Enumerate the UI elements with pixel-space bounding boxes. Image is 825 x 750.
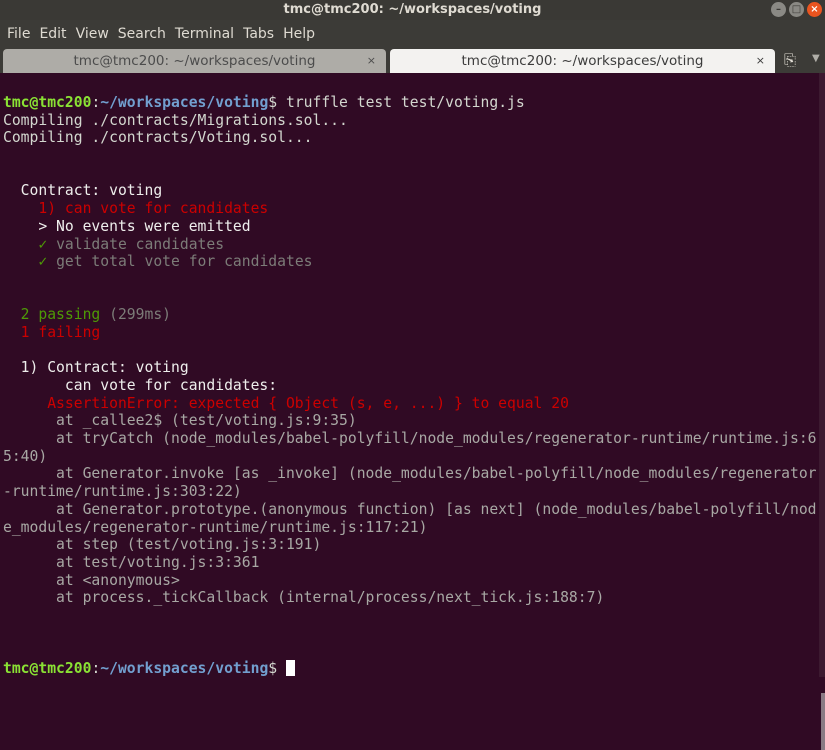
tab-menu-chevron-down-icon[interactable]: ▼	[812, 53, 820, 64]
menu-file[interactable]: File	[3, 26, 35, 42]
tab-label: tmc@tmc200: ~/workspaces/voting	[73, 53, 316, 69]
terminal-text: -runtime/runtime.js:303:22)	[3, 483, 242, 501]
terminal-text: Contract: voting	[3, 182, 163, 200]
terminal-line: at _callee2$ (test/voting.js:9:35)	[3, 412, 818, 430]
menu-search[interactable]: Search	[114, 26, 171, 42]
prompt-path: ~/workspaces/voting	[100, 94, 269, 111]
terminal-line: Contract: voting	[3, 182, 818, 200]
terminal-text: e_modules/regenerator-runtime/runtime.js…	[3, 518, 428, 536]
terminal-text: AssertionError: expected { Object (s, e,…	[3, 394, 569, 412]
terminal-line: Compiling ./contracts/Voting.sol...	[3, 129, 818, 147]
terminal-line: 1 failing	[3, 324, 818, 342]
terminal-line: can vote for candidates:	[3, 377, 818, 395]
minimize-icon[interactable]: –	[771, 2, 786, 17]
terminal-line: at process._tickCallback (internal/proce…	[3, 589, 818, 607]
new-tab-icon[interactable]: ⎘	[784, 51, 796, 69]
terminal-text: :	[91, 94, 101, 111]
terminal-line: tmc@tmc200:~/workspaces/voting$ truffle …	[3, 94, 818, 112]
menu-view[interactable]: View	[72, 26, 114, 42]
terminal-text: at step (test/voting.js:3:191)	[3, 536, 322, 554]
menu-bar: File Edit View Search Terminal Tabs Help	[0, 20, 825, 47]
terminal-text: at <anonymous>	[3, 571, 180, 589]
prompt-user: tmc@tmc200	[3, 94, 92, 111]
terminal-text: 1) Contract: voting	[3, 359, 189, 377]
terminal-text: Compiling ./contracts/Voting.sol...	[3, 129, 313, 147]
terminal-line: at <anonymous>	[3, 572, 818, 590]
terminal-text: get total vote for candidates	[56, 253, 313, 271]
maximize-icon[interactable]: □	[789, 2, 804, 17]
terminal-line: AssertionError: expected { Object (s, e,…	[3, 395, 818, 413]
terminal-text: Compiling ./contracts/Migrations.sol...	[3, 111, 348, 129]
menu-help[interactable]: Help	[279, 26, 320, 42]
terminal-line: e_modules/regenerator-runtime/runtime.js…	[3, 519, 818, 537]
prompt-user: tmc@tmc200	[3, 660, 92, 677]
terminal-line: 5:40)	[3, 448, 818, 466]
tab-terminal-1[interactable]: tmc@tmc200: ~/workspaces/voting ×	[3, 49, 386, 73]
terminal-text: can vote for candidates:	[3, 377, 278, 394]
terminal-line: at tryCatch (node_modules/babel-polyfill…	[3, 430, 818, 448]
close-icon[interactable]: ×	[807, 2, 822, 17]
tab-bar: tmc@tmc200: ~/workspaces/voting × tmc@tm…	[0, 47, 825, 73]
terminal-text: 1 failing	[3, 323, 101, 341]
window-title: tmc@tmc200: ~/workspaces/voting	[283, 2, 542, 17]
terminal-text: :	[91, 660, 101, 677]
terminal-line: -runtime/runtime.js:303:22)	[3, 483, 818, 501]
tab-close-icon[interactable]: ×	[756, 49, 765, 73]
menu-terminal[interactable]: Terminal	[171, 26, 239, 42]
scrollbar-thumb[interactable]	[821, 693, 825, 750]
menu-edit[interactable]: Edit	[35, 26, 71, 42]
terminal-output[interactable]: tmc@tmc200:~/workspaces/voting$ truffle …	[3, 94, 818, 678]
terminal-text: at Generator.invoke [as _invoke] (node_m…	[3, 465, 817, 483]
terminal-line: > No events were emitted	[3, 218, 818, 236]
terminal-line: tmc@tmc200:~/workspaces/voting$	[3, 660, 818, 678]
terminal-line: Compiling ./contracts/Migrations.sol...	[3, 112, 818, 130]
terminal-text: 2 passing	[3, 306, 110, 324]
terminal-text: validate candidates	[56, 235, 225, 253]
terminal-text: at tryCatch (node_modules/babel-polyfill…	[3, 430, 817, 448]
window-title-bar[interactable]: tmc@tmc200: ~/workspaces/voting – □ ×	[0, 0, 825, 20]
terminal-line: 2 passing (299ms)	[3, 306, 818, 324]
tab-close-icon[interactable]: ×	[367, 49, 376, 73]
tab-label: tmc@tmc200: ~/workspaces/voting	[461, 53, 704, 69]
terminal-cursor	[285, 660, 295, 676]
terminal-text: at process._tickCallback (internal/proce…	[3, 589, 605, 607]
prompt-path: ~/workspaces/voting	[100, 660, 269, 677]
terminal-text: ✓	[3, 235, 57, 253]
terminal-text: at _callee2$ (test/voting.js:9:35)	[3, 412, 357, 430]
terminal-text: $	[268, 660, 286, 677]
terminal-text: (299ms)	[109, 306, 172, 324]
terminal-line: ✓ validate candidates	[3, 236, 818, 254]
terminal-text: 5:40)	[3, 447, 48, 465]
terminal-line: at Generator.prototype.(anonymous functi…	[3, 501, 818, 519]
terminal-text: ✓	[3, 253, 57, 271]
terminal-line: 1) can vote for candidates	[3, 200, 818, 218]
terminal-text: at test/voting.js:3:361	[3, 553, 260, 571]
terminal-text: $ truffle test test/voting.js	[268, 94, 525, 111]
menu-tabs[interactable]: Tabs	[239, 26, 279, 42]
terminal-line: at Generator.invoke [as _invoke] (node_m…	[3, 465, 818, 483]
terminal-text: > No events were emitted	[3, 217, 251, 235]
terminal-line: at step (test/voting.js:3:191)	[3, 536, 818, 554]
terminal-line: 1) Contract: voting	[3, 359, 818, 377]
terminal-text: at Generator.prototype.(anonymous functi…	[3, 500, 817, 518]
terminal-line: ✓ get total vote for candidates	[3, 253, 818, 271]
scrollbar[interactable]	[819, 73, 825, 750]
terminal-line: at test/voting.js:3:361	[3, 554, 818, 572]
terminal-text: 1) can vote for candidates	[3, 200, 269, 218]
tab-terminal-2-active[interactable]: tmc@tmc200: ~/workspaces/voting ×	[390, 49, 775, 73]
